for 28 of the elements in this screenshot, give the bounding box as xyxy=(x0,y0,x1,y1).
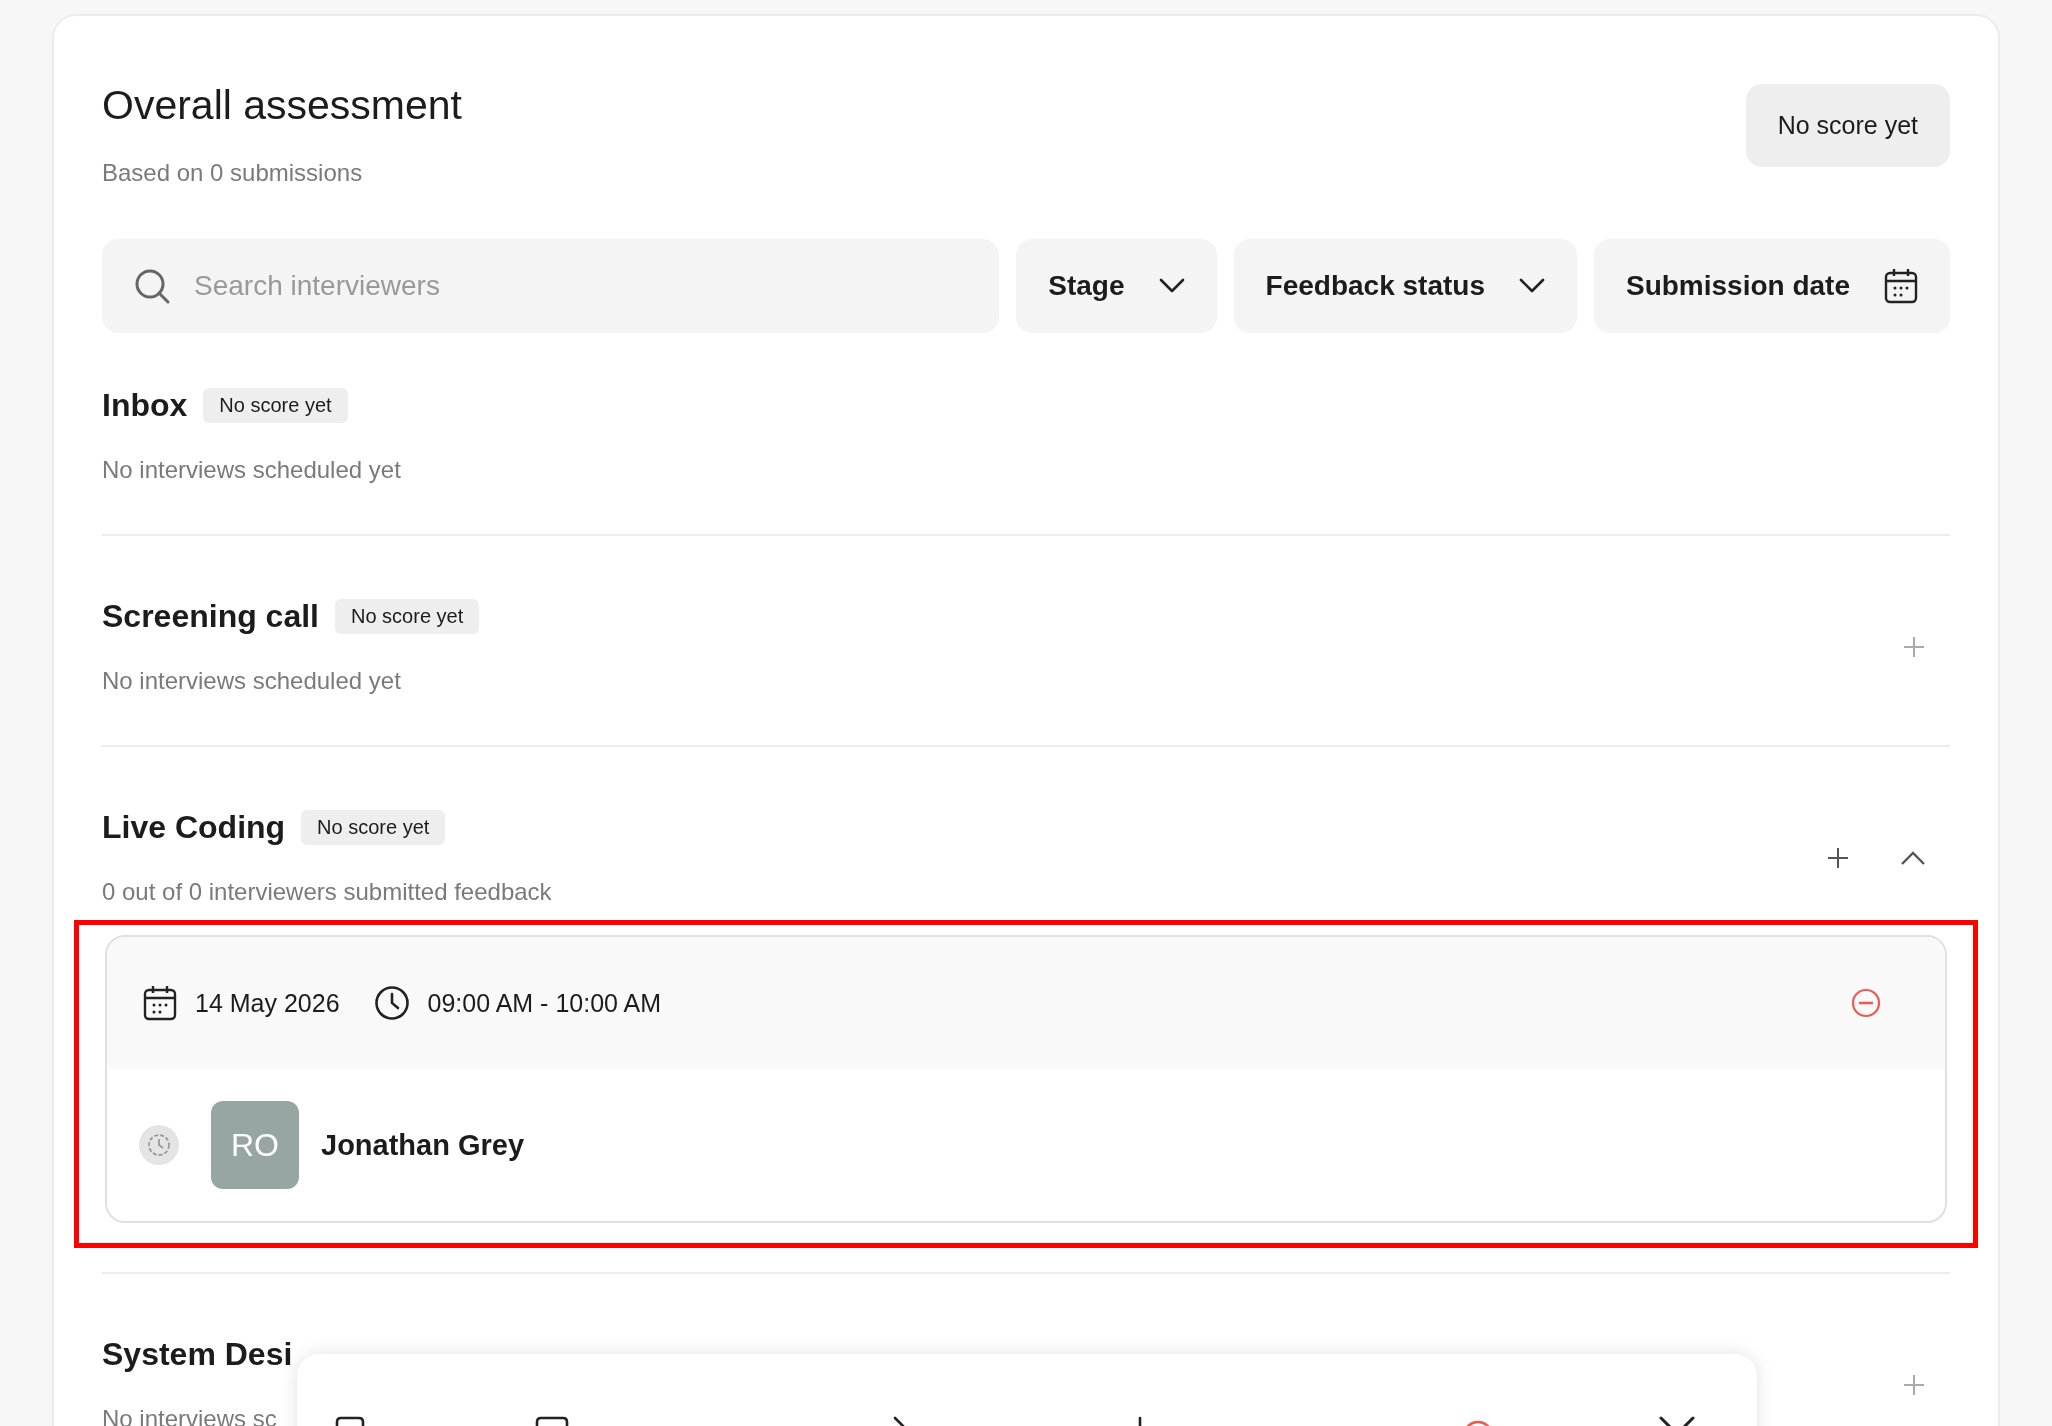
interview-date: 14 May 2026 xyxy=(195,988,340,1018)
stage-title: Inbox xyxy=(102,387,188,424)
stage-title: Live Coding xyxy=(102,809,286,846)
stage-title: System Desi xyxy=(102,1336,293,1373)
stage-summary: No interviews scheduled yet xyxy=(102,456,401,484)
score-badge: No score yet xyxy=(203,388,348,423)
pending-clock-icon xyxy=(139,1125,179,1165)
stage-summary: 0 out of 0 interviewers submitted feedback xyxy=(102,878,552,906)
interview-time: 09:00 AM - 10:00 AM xyxy=(427,988,662,1018)
clock-icon xyxy=(373,985,410,1021)
stage-summary: No interviews scheduled yet xyxy=(102,667,402,695)
chevron-down-icon xyxy=(1518,278,1545,294)
avatar: RO xyxy=(211,1101,299,1189)
page-subtitle: Based on 0 submissions xyxy=(102,159,364,187)
chevron-down-icon xyxy=(1158,278,1185,294)
add-button[interactable] xyxy=(1826,845,1850,870)
filter-dropdown[interactable]: Feedback status xyxy=(1233,239,1577,333)
collapse-button[interactable] xyxy=(1900,849,1926,866)
interviewer-name: Jonathan Grey xyxy=(321,1128,525,1162)
page-title: Overall assessment xyxy=(102,82,462,129)
date-filter[interactable]: Submission date xyxy=(1593,239,1950,333)
score-badge: No score yet xyxy=(335,599,480,634)
score-badge: No score yet xyxy=(301,810,446,845)
score-badge: No score yet xyxy=(1745,84,1950,167)
remove-button[interactable] xyxy=(1851,988,1881,1018)
stage-title: Screening call xyxy=(102,598,319,635)
search-field[interactable]: Search interviewers xyxy=(102,239,1000,333)
filter-dropdown[interactable]: Stage xyxy=(1016,239,1217,333)
